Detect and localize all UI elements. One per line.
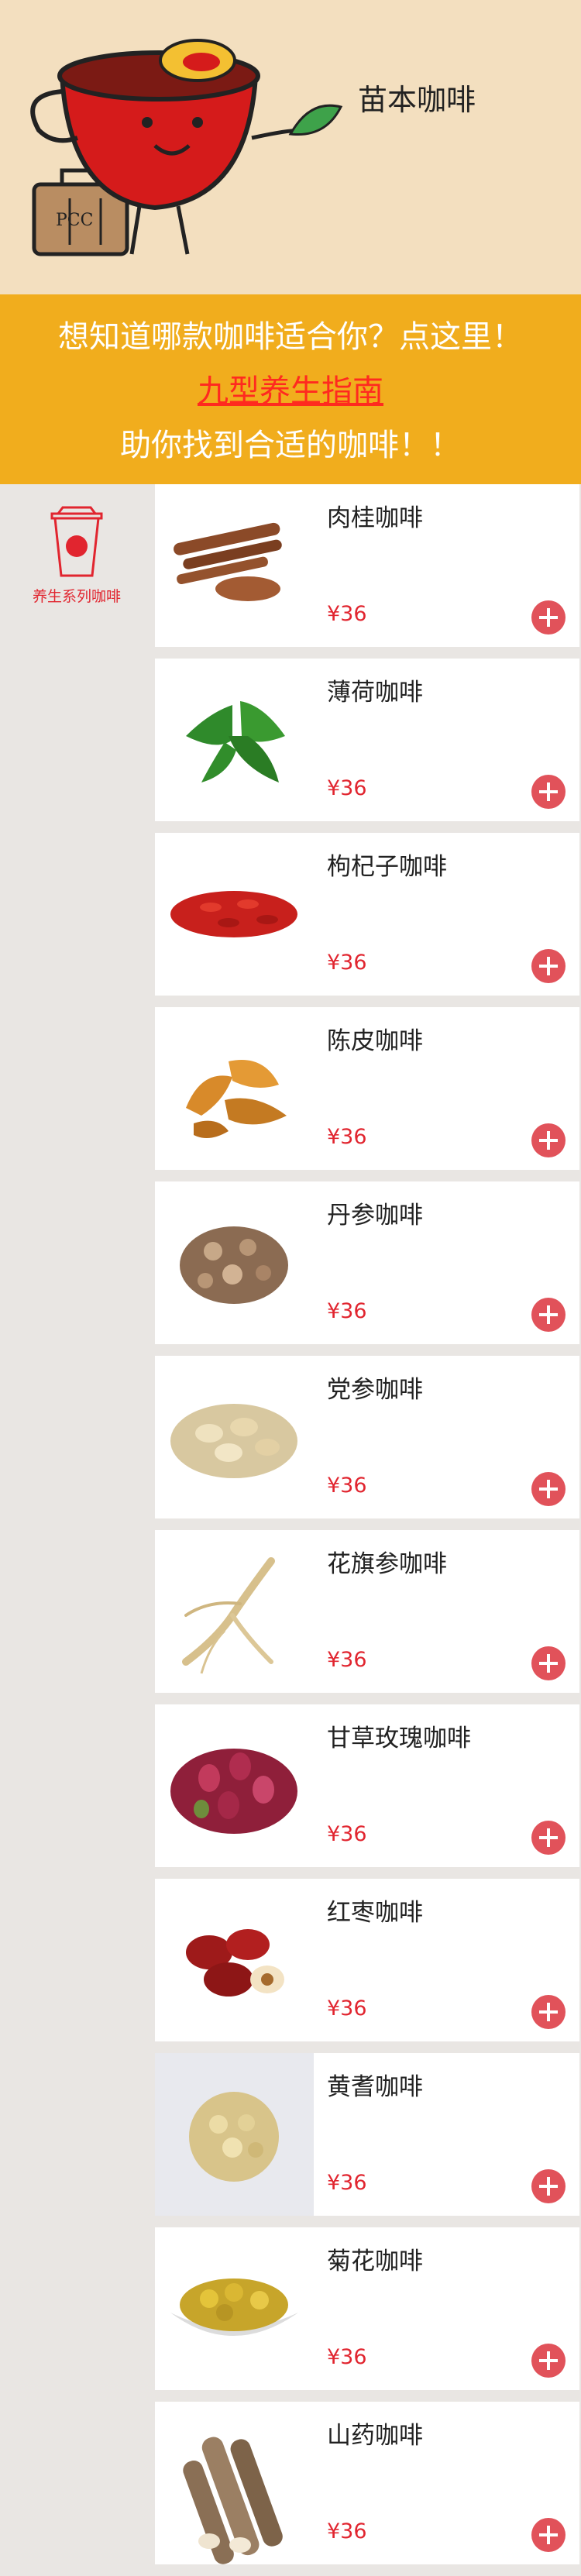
tangerine-peel-image (186, 1060, 287, 1138)
product-price: ¥36 (327, 602, 367, 626)
store-name: 苗本咖啡 (358, 83, 476, 117)
add-to-cart-button[interactable] (531, 2518, 566, 2552)
rose-bud-image (170, 1749, 297, 1834)
product-card[interactable]: 山药咖啡 ¥36 (155, 2402, 579, 2564)
product-card[interactable]: 甘草玫瑰咖啡 ¥36 (155, 1704, 579, 1867)
salvia-root-image (180, 1226, 288, 1304)
product-name: 菊花咖啡 (327, 2248, 423, 2275)
sidebar-item-label: 养生系列咖啡 (32, 588, 121, 605)
banner-line-1: 想知道哪款咖啡适合你？点这里！ (58, 319, 523, 355)
product-price: ¥36 (327, 1125, 367, 1149)
product-name: 花旗参咖啡 (327, 1550, 447, 1578)
product-card[interactable]: 菊花咖啡 ¥36 (155, 2227, 579, 2390)
product-name: 丹参咖啡 (327, 1202, 423, 1230)
coffee-cup-mascot-icon (30, 39, 343, 256)
product-name: 肉桂咖啡 (327, 504, 423, 532)
red-date-image (186, 1929, 284, 1996)
product-name: 薄荷咖啡 (327, 679, 423, 707)
product-card[interactable]: 薄荷咖啡 ¥36 (155, 659, 579, 821)
add-to-cart-button[interactable] (531, 949, 566, 983)
guide-link[interactable]: 九型养生指南 (0, 366, 581, 411)
product-name: 陈皮咖啡 (327, 1027, 423, 1055)
product-price: ¥36 (327, 1996, 367, 2021)
product-name: 甘草玫瑰咖啡 (327, 1725, 471, 1752)
category-sidebar: 养生系列咖啡 (0, 484, 151, 2576)
mint-image (186, 701, 285, 782)
banner-line-3: 助你找到合适的咖啡！！ (120, 428, 461, 463)
add-to-cart-button[interactable] (531, 1646, 566, 1680)
product-card[interactable]: 肉桂咖啡 ¥36 (155, 484, 579, 647)
product-card[interactable]: 红枣咖啡 ¥36 (155, 1879, 579, 2041)
add-to-cart-button[interactable] (531, 1995, 566, 2029)
goji-image (170, 891, 297, 937)
chrysanthemum-image (170, 2279, 298, 2336)
product-price: ¥36 (327, 1299, 367, 1323)
american-ginseng-image (182, 1557, 275, 1674)
product-card[interactable]: 党参咖啡 ¥36 (155, 1356, 579, 1518)
astragalus-image (155, 2053, 314, 2216)
product-card[interactable]: 丹参咖啡 ¥36 (155, 1181, 579, 1344)
product-name: 枸杞子咖啡 (327, 853, 447, 881)
product-card[interactable]: 枸杞子咖啡 ¥36 (155, 833, 579, 996)
header: PCC 苗本咖啡 (0, 0, 581, 294)
add-to-cart-button[interactable] (531, 1123, 566, 1157)
add-to-cart-button[interactable] (531, 1472, 566, 1506)
sidebar-item-health-coffee[interactable]: 养生系列咖啡 (11, 504, 143, 606)
add-to-cart-button[interactable] (531, 1821, 566, 1855)
product-name: 山药咖啡 (327, 2422, 423, 2450)
add-to-cart-button[interactable] (531, 1298, 566, 1332)
product-name: 红枣咖啡 (327, 1899, 423, 1927)
add-to-cart-button[interactable] (531, 600, 566, 635)
product-price: ¥36 (327, 1648, 367, 1672)
promo-banner[interactable]: 想知道哪款咖啡适合你？点这里！ 九型养生指南 助你找到合适的咖啡！！ (0, 294, 581, 484)
product-price: ¥36 (327, 1474, 367, 1498)
add-to-cart-button[interactable] (531, 775, 566, 809)
add-to-cart-button[interactable] (531, 2344, 566, 2378)
product-card[interactable]: 花旗参咖啡 ¥36 (155, 1530, 579, 1693)
product-name: 黄耆咖啡 (327, 2073, 423, 2101)
codonopsis-image (170, 1404, 297, 1478)
cinnamon-image (174, 522, 282, 601)
add-to-cart-button[interactable] (531, 2169, 566, 2203)
product-card[interactable]: 陈皮咖啡 ¥36 (155, 1007, 579, 1170)
product-price: ¥36 (327, 1822, 367, 1846)
product-price: ¥36 (327, 951, 367, 975)
product-price: ¥36 (327, 2345, 367, 2369)
coffee-cup-icon (50, 506, 103, 577)
product-price: ¥36 (327, 2519, 367, 2543)
yam-image (183, 2437, 283, 2564)
product-price: ¥36 (327, 2171, 367, 2195)
product-name: 党参咖啡 (327, 1376, 423, 1404)
product-price: ¥36 (327, 776, 367, 800)
product-card[interactable]: 黄耆咖啡 ¥36 (155, 2053, 579, 2216)
mascot-badge-text: PCC (56, 211, 94, 230)
